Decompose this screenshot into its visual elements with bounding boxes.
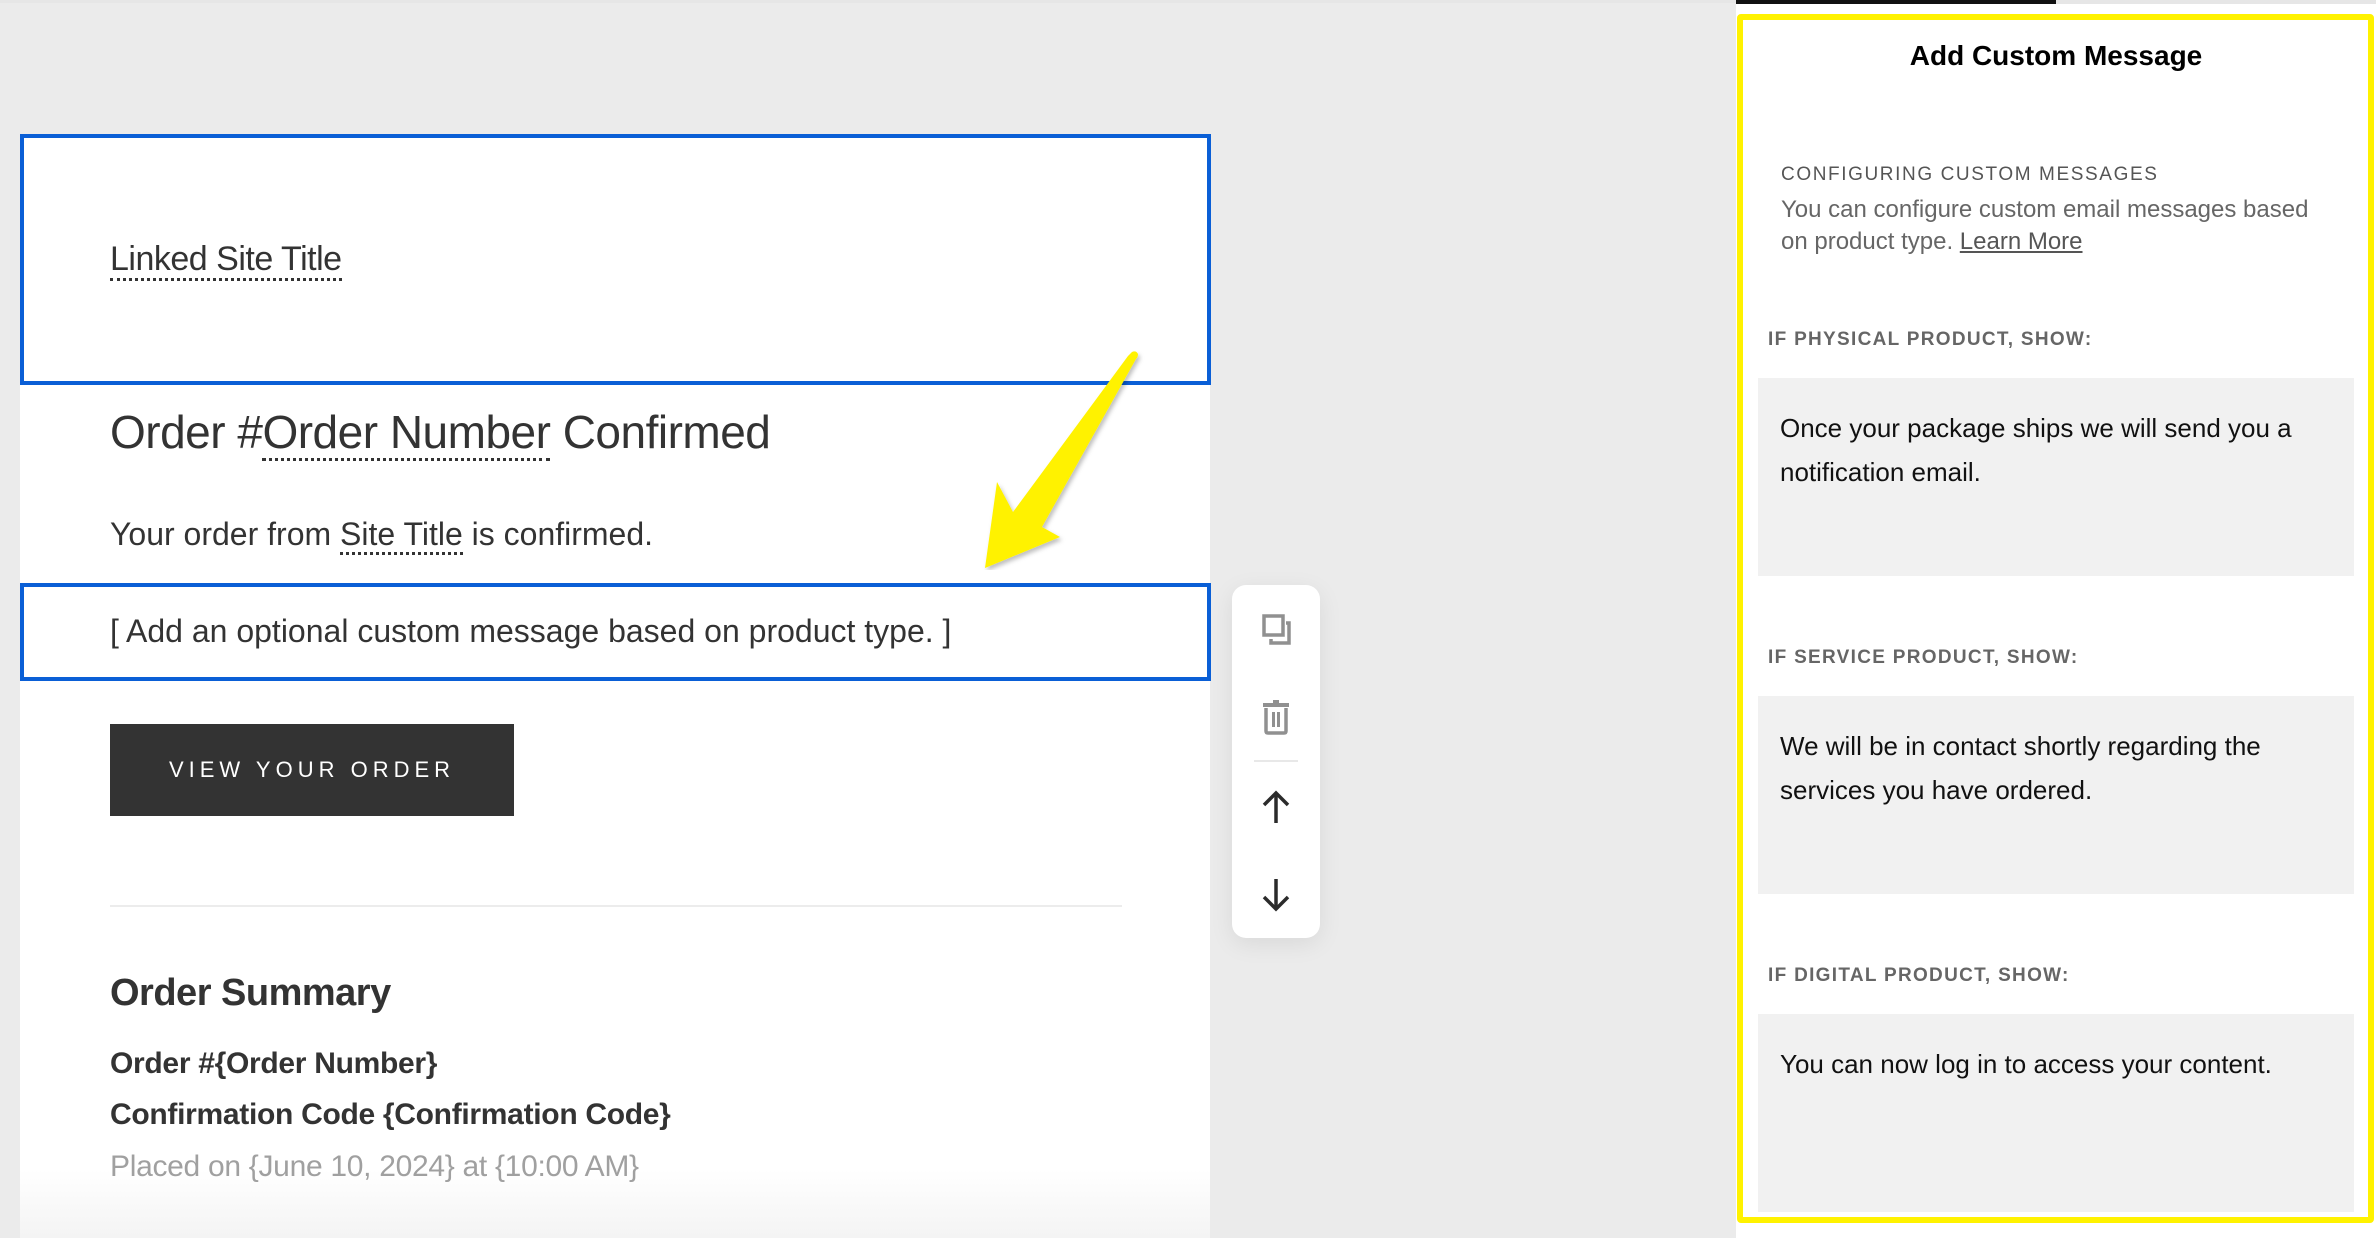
- trash-icon: [1263, 700, 1289, 735]
- order-confirmed-heading: Order #Order Number Confirmed: [110, 405, 771, 461]
- confirmation-code-line: Confirmation Code {Confirmation Code}: [110, 1098, 671, 1131]
- view-your-order-button[interactable]: VIEW YOUR ORDER: [110, 724, 514, 816]
- info-text: You can configure custom email messages …: [1781, 194, 2321, 258]
- order-number-variable[interactable]: Order Number: [262, 406, 551, 461]
- duplicate-button[interactable]: [1254, 607, 1298, 651]
- service-product-label: IF SERVICE PRODUCT, SHOW:: [1768, 647, 2079, 668]
- top-divider: [0, 0, 1736, 3]
- site-title-variable[interactable]: Site Title: [340, 516, 463, 555]
- duplicate-icon: [1262, 614, 1291, 645]
- digital-product-message-input[interactable]: You can now log in to access your conten…: [1758, 1014, 2354, 1212]
- digital-product-label: IF DIGITAL PRODUCT, SHOW:: [1768, 965, 2070, 986]
- order-confirmation-text: Your order from Site Title is confirmed.: [110, 516, 654, 555]
- placed-on-line: Placed on {June 10, 2024} at {10:00 AM}: [110, 1150, 639, 1183]
- physical-product-message-input[interactable]: Once your package ships we will send you…: [1758, 378, 2354, 576]
- custom-message-placeholder[interactable]: [ Add an optional custom message based o…: [110, 613, 951, 650]
- panel-title: Add Custom Message: [1909, 40, 2203, 71]
- order-sub-prefix: Your order from: [110, 516, 341, 552]
- info-heading: CONFIGURING CUSTOM MESSAGES: [1781, 164, 2159, 185]
- order-title-suffix: Confirmed: [550, 406, 771, 458]
- delete-button[interactable]: [1254, 695, 1298, 739]
- move-up-button[interactable]: [1254, 785, 1298, 829]
- order-number-line: Order #{Order Number}: [110, 1047, 438, 1080]
- service-product-message-input[interactable]: We will be in contact shortly regarding …: [1758, 696, 2354, 894]
- panel-tab-track: [2056, 0, 2376, 4]
- linked-site-title[interactable]: Linked Site Title: [110, 240, 342, 281]
- block-toolbar: [1232, 585, 1320, 938]
- panel-active-tab-indicator: [1736, 0, 2056, 4]
- order-sub-suffix: is confirmed.: [462, 516, 654, 552]
- learn-more-link[interactable]: Learn More: [1960, 228, 2083, 255]
- section-divider: [110, 905, 1122, 907]
- arrow-up-icon: [1262, 790, 1290, 823]
- arrow-down-icon: [1262, 879, 1290, 912]
- physical-product-label: IF PHYSICAL PRODUCT, SHOW:: [1768, 329, 2093, 350]
- order-summary-heading: Order Summary: [110, 972, 391, 1014]
- order-title-prefix: Order #: [110, 406, 263, 458]
- toolbar-separator: [1254, 760, 1298, 762]
- move-down-button[interactable]: [1254, 873, 1298, 917]
